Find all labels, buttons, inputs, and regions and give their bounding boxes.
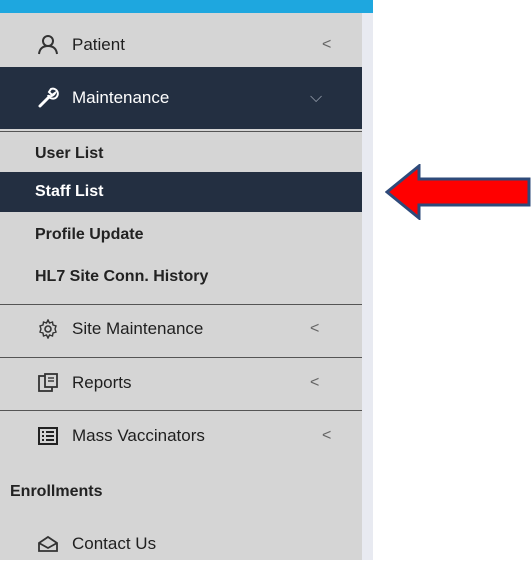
menu-item-site-maintenance[interactable]: Site Maintenance < xyxy=(0,306,362,352)
list-box-icon xyxy=(36,424,60,448)
submenu-item-label: Profile Update xyxy=(35,226,144,243)
submenu-item-user-list[interactable]: User List xyxy=(0,136,362,172)
chevron-left-icon: < xyxy=(310,320,320,337)
divider xyxy=(0,304,362,305)
submenu-item-hl7-history[interactable]: HL7 Site Conn. History xyxy=(0,256,362,298)
submenu-item-label: User List xyxy=(35,145,104,162)
submenu-item-staff-list[interactable]: Staff List xyxy=(0,172,362,212)
menu-item-mass-vaccinators[interactable]: Mass Vaccinators < xyxy=(0,413,362,459)
submenu-item-label: Staff List xyxy=(35,183,104,200)
chevron-left-icon: < xyxy=(310,374,320,391)
menu-item-patient[interactable]: Patient < xyxy=(0,22,362,67)
submenu-item-label: HL7 Site Conn. History xyxy=(35,268,209,285)
gear-icon xyxy=(36,317,60,341)
wrench-icon xyxy=(36,86,60,110)
submenu-item-profile-update[interactable]: Profile Update xyxy=(0,214,362,256)
report-icon xyxy=(36,371,60,395)
annotation-arrow-icon xyxy=(385,164,531,220)
chevron-left-icon: < xyxy=(322,35,332,53)
menu-item-contact-us-label: Contact Us xyxy=(72,534,157,553)
divider xyxy=(0,357,362,358)
menu-item-reports-label: Reports xyxy=(72,373,132,392)
top-accent-bar xyxy=(0,0,373,13)
user-icon xyxy=(36,33,60,57)
sidebar-nav: Patient < Maintenance ⌵ User List Staff … xyxy=(0,0,373,560)
menu-item-enrollments[interactable]: Enrollments xyxy=(0,470,362,514)
menu-item-mass-vaccinators-label: Mass Vaccinators xyxy=(72,426,205,445)
chevron-down-icon: ⌵ xyxy=(310,89,323,106)
sidebar-scroll-strip[interactable] xyxy=(362,13,373,560)
chevron-left-icon: < xyxy=(322,427,332,444)
envelope-icon xyxy=(36,532,60,556)
menu-item-contact-us[interactable]: Contact Us xyxy=(0,523,362,565)
menu-item-maintenance[interactable]: Maintenance ⌵ xyxy=(0,67,362,129)
menu-item-maintenance-label: Maintenance xyxy=(72,88,170,107)
menu-item-site-maintenance-label: Site Maintenance xyxy=(72,319,204,338)
menu-item-patient-label: Patient xyxy=(72,34,125,54)
menu-item-reports[interactable]: Reports < xyxy=(0,360,362,406)
menu-item-enrollments-label: Enrollments xyxy=(10,483,103,500)
divider xyxy=(0,410,362,411)
divider xyxy=(0,131,362,132)
